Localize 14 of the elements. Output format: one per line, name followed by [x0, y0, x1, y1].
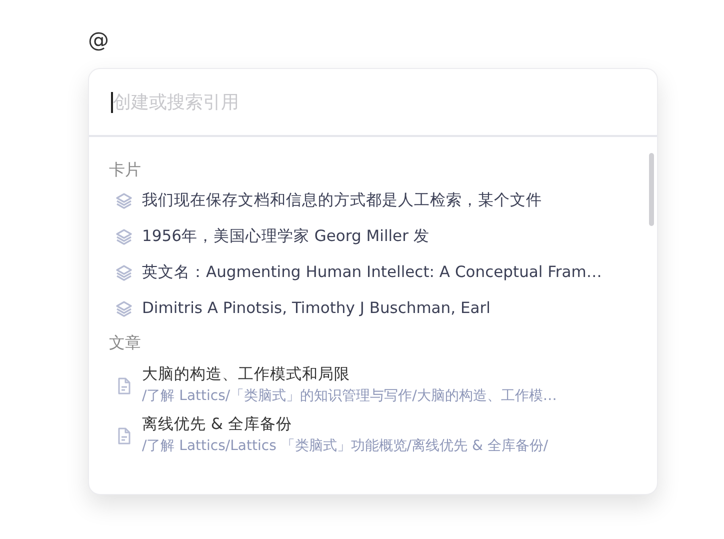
card-item[interactable]: 1956年，美国心理学家 Georg Miller 发 [109, 218, 657, 254]
layers-icon [114, 191, 134, 211]
layers-icon [114, 227, 134, 247]
card-item[interactable]: 我们现在保存文档和信息的方式都是人工检索，某个文件 [109, 182, 657, 218]
card-item[interactable]: 英文名：Augmenting Human Intellect: A Conceptual Fram… [109, 254, 657, 290]
layers-icon [114, 263, 134, 283]
section-title: 文章 [109, 332, 142, 354]
section-title: 卡片 [109, 159, 142, 181]
article-item[interactable]: 离线优先 & 全库备份 /了解 Lattics/Lattics 「类脑式」功能概览/离线优先 & 全库备份/ [109, 412, 657, 456]
scrollbar[interactable] [649, 153, 654, 226]
article-item[interactable]: 大脑的构造、工作模式和局限 /了解 Lattics/「类脑式」的知识管理与写作/大脑的构造、工作模… [109, 362, 657, 406]
editor-text: @ [88, 27, 110, 54]
card-item[interactable]: Dimitris A Pinotsis, Timothy J Buschman, Earl [109, 290, 657, 326]
layers-icon [114, 299, 134, 319]
